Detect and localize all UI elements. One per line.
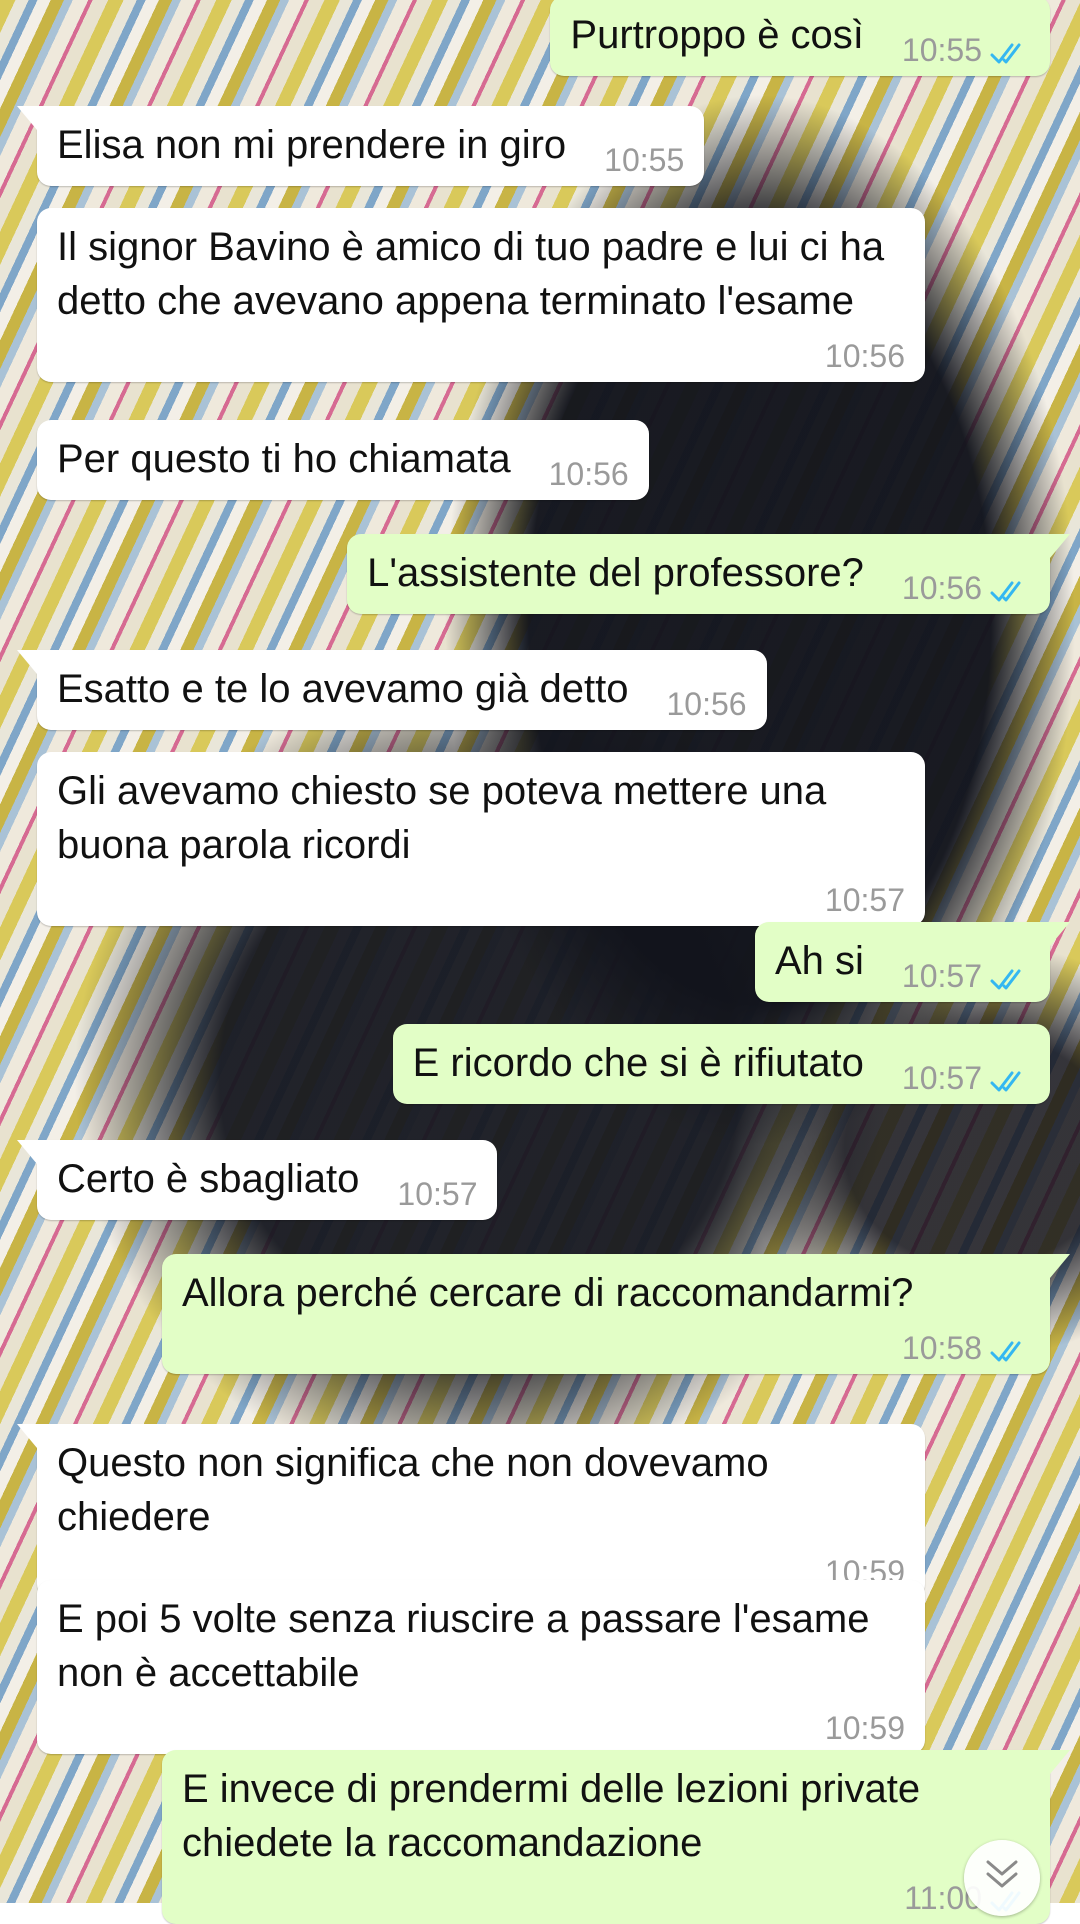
message-time: 10:56 xyxy=(666,686,747,722)
message-text: E ricordo che si è rifiutato xyxy=(412,1041,864,1085)
message-text: Questo non significa che non dovevamo ch… xyxy=(57,1441,780,1539)
message-text: E invece di prendermi delle lezioni priv… xyxy=(182,1767,932,1865)
message-incoming[interactable]: Gli avevamo chiesto se poteva mettere un… xyxy=(37,752,925,926)
message-text: Gli avevamo chiesto se poteva mettere un… xyxy=(57,769,838,867)
message-incoming[interactable]: Esatto e te lo avevamo già detto 10:56 xyxy=(17,650,767,730)
message-time: 10:57 xyxy=(397,1176,478,1212)
message-meta: 10:55 xyxy=(902,30,1030,70)
message-text: Elisa non mi prendere in giro xyxy=(57,123,567,167)
chevron-double-down-icon xyxy=(986,1860,1018,1888)
message-time: 10:55 xyxy=(901,32,982,68)
double-check-icon xyxy=(990,1071,1021,1092)
message-outgoing[interactable]: Ah si 10:57 xyxy=(754,922,1071,1002)
message-meta: 10:57 xyxy=(902,956,1030,996)
message-meta: 10:59 xyxy=(95,1708,905,1748)
double-check-icon xyxy=(990,581,1021,602)
scroll-to-bottom-button[interactable] xyxy=(964,1840,1040,1916)
message-meta: 10:56 xyxy=(95,336,905,376)
message-meta: 10:56 xyxy=(666,684,746,724)
message-incoming[interactable]: E poi 5 volte senza riuscire a passare l… xyxy=(37,1580,925,1754)
message-time: 10:58 xyxy=(901,1330,982,1366)
message-time: 10:57 xyxy=(901,958,982,994)
message-outgoing[interactable]: E ricordo che si è rifiutato 10:57 xyxy=(392,1024,1050,1104)
message-time: 10:57 xyxy=(824,882,905,918)
message-list[interactable]: Purtroppo è così 10:55 Elisa non mi prend… xyxy=(0,0,1080,1924)
message-time: 10:57 xyxy=(901,1060,982,1096)
message-outgoing[interactable]: E invece di prendermi delle lezioni priv… xyxy=(162,1750,1070,1924)
message-text: Ah si xyxy=(774,939,864,983)
message-time: 10:56 xyxy=(901,570,982,606)
message-text: E poi 5 volte senza riuscire a passare l… xyxy=(57,1597,881,1695)
message-text: Esatto e te lo avevamo già detto xyxy=(57,667,629,711)
message-meta: 10:57 xyxy=(397,1174,477,1214)
double-check-icon xyxy=(990,43,1021,64)
message-text: Certo è sbagliato xyxy=(57,1157,360,1201)
double-check-icon xyxy=(990,969,1021,990)
message-incoming[interactable]: Certo è sbagliato 10:57 xyxy=(16,1140,498,1220)
message-meta: 10:57 xyxy=(902,1058,1030,1098)
message-outgoing[interactable]: L'assistente del professore? 10:56 xyxy=(347,534,1070,614)
message-text: Il signor Bavino è amico di tuo padre e … xyxy=(57,225,896,323)
double-check-icon xyxy=(990,1341,1021,1362)
message-meta: 10:56 xyxy=(902,568,1030,608)
message-meta: 10:55 xyxy=(604,140,684,180)
message-time: 10:59 xyxy=(824,1710,905,1746)
message-incoming[interactable]: Per questo ti ho chiamata 10:56 xyxy=(37,420,649,500)
message-text: L'assistente del professore? xyxy=(367,551,864,595)
message-text: Purtroppo è così xyxy=(570,13,864,57)
message-incoming[interactable]: Il signor Bavino è amico di tuo padre e … xyxy=(37,208,925,382)
message-meta: 10:57 xyxy=(95,880,905,920)
message-meta: 10:56 xyxy=(549,454,629,494)
message-incoming[interactable]: Questo non significa che non dovevamo ch… xyxy=(17,1424,925,1598)
message-meta: 10:58 xyxy=(220,1328,1030,1368)
message-outgoing[interactable]: Allora perché cercare di raccomandarmi? 1… xyxy=(162,1254,1070,1374)
message-text: Per questo ti ho chiamata xyxy=(57,437,511,481)
message-text: Allora perché cercare di raccomandarmi? xyxy=(182,1271,914,1315)
message-incoming[interactable]: Elisa non mi prendere in giro 10:55 xyxy=(16,106,705,186)
message-time: 10:55 xyxy=(604,142,685,178)
message-time: 10:56 xyxy=(824,338,905,374)
message-meta: 11:00 xyxy=(220,1878,1030,1918)
message-time: 10:56 xyxy=(548,456,629,492)
message-outgoing[interactable]: Purtroppo è così 10:55 xyxy=(550,0,1050,76)
